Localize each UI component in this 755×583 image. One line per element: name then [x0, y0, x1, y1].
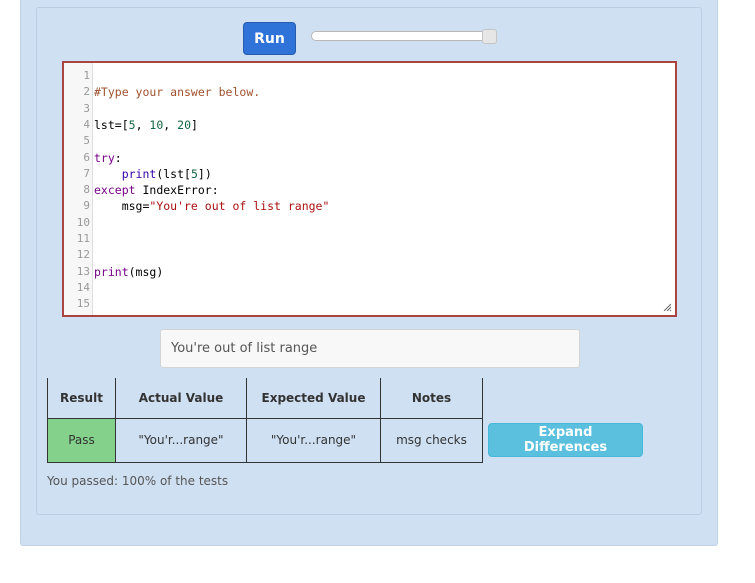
- code-token: try: [94, 150, 115, 165]
- code-token: (lst[: [156, 166, 191, 181]
- code-line[interactable]: try:: [94, 150, 122, 166]
- result-cell: Pass: [47, 417, 116, 463]
- code-token: 10: [149, 117, 164, 132]
- header-notes: Notes: [380, 378, 483, 419]
- line-number: 11: [76, 232, 90, 245]
- code-token: 5: [128, 117, 136, 132]
- code-token: :: [114, 150, 122, 165]
- table-row: Pass "You'r...range" "You'r...range" msg…: [47, 417, 483, 463]
- expand-differences-button[interactable]: Expand Differences: [488, 423, 643, 457]
- code-token: 20: [177, 117, 191, 132]
- actual-value-cell: "You'r...range": [115, 417, 247, 463]
- code-token: ]): [197, 166, 212, 181]
- line-number: 5: [83, 134, 90, 148]
- code-token: lst=[: [94, 117, 129, 132]
- code-line[interactable]: msg="You're out of list range": [94, 198, 330, 214]
- header-expected-value: Expected Value: [246, 378, 381, 419]
- header-actual-value: Actual Value: [115, 378, 247, 419]
- line-number: 15: [76, 297, 90, 311]
- line-number: 1: [83, 69, 90, 82]
- line-number: 9: [83, 199, 90, 213]
- code-token: msg=: [94, 199, 150, 214]
- history-slider-track[interactable]: [311, 31, 497, 41]
- code-token: print: [94, 264, 129, 279]
- code-token: (msg): [128, 264, 164, 279]
- line-number: 10: [76, 215, 90, 229]
- expected-value-cell: "You'r...range": [246, 417, 381, 463]
- run-button[interactable]: Run: [243, 22, 296, 55]
- results-table: Result Actual Value Expected Value Notes…: [47, 378, 483, 463]
- code-token: #Type your answer below.: [94, 85, 261, 100]
- output-text: You're out of list range: [171, 341, 318, 356]
- code-token: ,: [163, 117, 178, 132]
- header-result: Result: [47, 378, 116, 419]
- code-editor[interactable]: 1 2 #Type your answer below. 3 4 lst=[5, 10, …: [62, 61, 677, 317]
- resize-grip-icon[interactable]: [663, 303, 671, 311]
- line-number: 4: [83, 117, 90, 131]
- code-token: IndexError:: [135, 183, 219, 198]
- line-number: 3: [83, 101, 90, 115]
- notes-cell: msg checks: [380, 417, 483, 463]
- code-token: ]: [191, 117, 198, 132]
- line-number: 7: [83, 166, 90, 180]
- code-line[interactable]: print(lst[5]): [94, 166, 212, 182]
- line-number: 12: [76, 248, 90, 262]
- line-number: 2: [83, 85, 90, 99]
- line-number: 6: [83, 150, 90, 164]
- code-line[interactable]: except IndexError:: [94, 182, 219, 198]
- line-number: 14: [76, 280, 90, 294]
- history-slider-handle[interactable]: [482, 29, 497, 44]
- code-token: print: [121, 166, 157, 181]
- program-output: You're out of list range: [160, 329, 580, 368]
- code-line[interactable]: print(msg): [94, 264, 163, 280]
- code-line[interactable]: lst=[5, 10, 20]: [94, 117, 198, 133]
- code-token: 5: [190, 166, 198, 181]
- test-summary: You passed: 100% of the tests: [47, 474, 229, 488]
- code-line[interactable]: #Type your answer below.: [94, 84, 260, 100]
- line-number: 13: [76, 264, 90, 278]
- line-number: 8: [83, 183, 90, 197]
- code-token: except: [94, 183, 136, 198]
- table-header-row: Result Actual Value Expected Value Notes: [47, 378, 483, 419]
- code-token: "You're out of list range": [149, 199, 330, 214]
- code-token: ,: [135, 117, 150, 132]
